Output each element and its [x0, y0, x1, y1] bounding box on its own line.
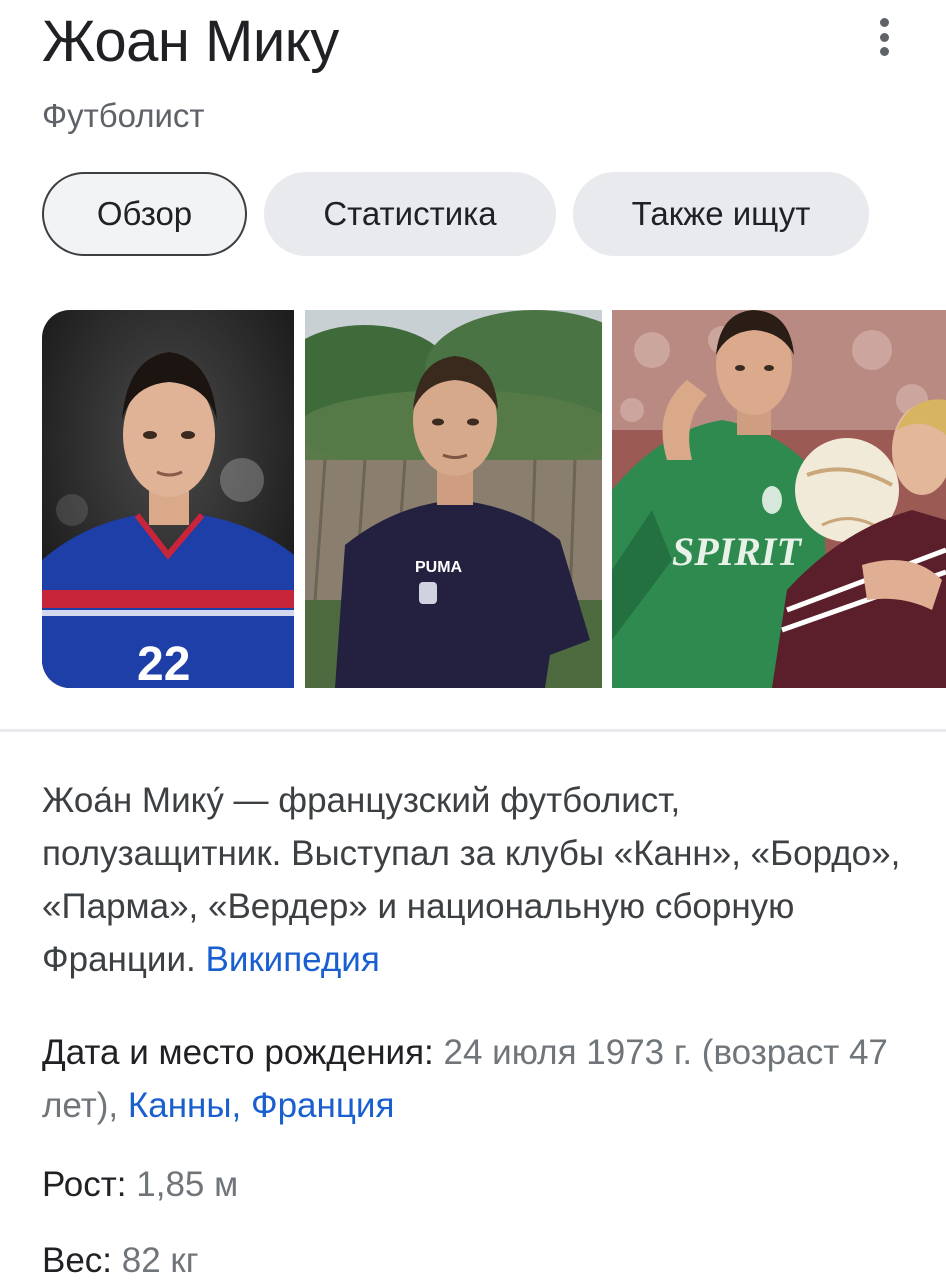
player-bordeaux-shirt-photo[interactable]: PUMA [305, 310, 602, 688]
description-text: Жоа́н Мику́ — французский футболист, пол… [42, 781, 901, 979]
fact-weight-value: 82 кг [121, 1241, 199, 1280]
tab-people-also-search[interactable]: Также ищут [573, 172, 869, 256]
fact-height-label: Рост: [42, 1165, 137, 1204]
menu-dot [879, 18, 889, 27]
birthplace-link[interactable]: Канны, Франция [128, 1086, 395, 1125]
svg-text:SPIRIT: SPIRIT [672, 529, 802, 574]
fact-weight: Вес: 82 кг [42, 1234, 922, 1280]
player-france-jersey-photo[interactable]: 22 [42, 310, 294, 688]
image-gallery: 22 PUMA SPIRIT [42, 310, 946, 688]
tab-bar: Обзор Статистика Также ищут [42, 172, 869, 256]
fact-weight-label: Вес: [42, 1241, 122, 1280]
more-vert-icon[interactable] [870, 14, 898, 60]
tab-statistics[interactable]: Статистика [264, 172, 556, 256]
svg-text:PUMA: PUMA [415, 559, 463, 576]
fact-birth: Дата и место рождения: 24 июля 1973 г. (… [42, 1026, 922, 1132]
entity-subtitle: Футболист [42, 97, 205, 134]
fact-height-value: 1,85 м [136, 1165, 239, 1204]
tab-overview[interactable]: Обзор [42, 172, 247, 256]
entity-title: Жоан Мику [42, 9, 339, 74]
menu-dot [879, 47, 889, 56]
knowledge-panel-header: Жоан Мику Футболист [42, 6, 946, 134]
menu-dot [879, 32, 889, 42]
player-werder-match-photo[interactable]: SPIRIT [612, 310, 946, 688]
fact-height: Рост: 1,85 м [42, 1158, 922, 1211]
entity-description: Жоа́н Мику́ — французский футболист, пол… [42, 774, 902, 986]
wikipedia-link[interactable]: Википедия [205, 940, 379, 979]
section-divider [0, 729, 946, 732]
svg-text:22: 22 [137, 638, 190, 688]
fact-birth-label: Дата и место рождения: [42, 1033, 444, 1072]
